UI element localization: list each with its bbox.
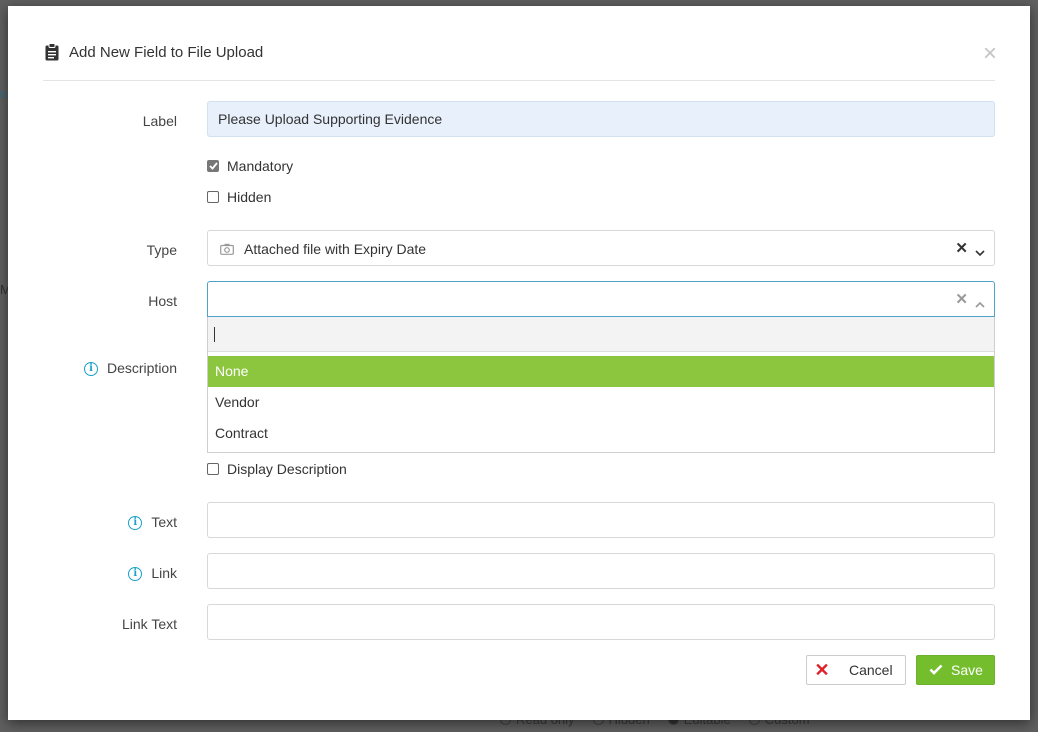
host-search-input[interactable] bbox=[208, 317, 994, 352]
description-label-text: Description bbox=[106, 360, 177, 376]
link-field-label: i Link bbox=[128, 565, 177, 582]
hidden-checkbox-row[interactable]: Hidden bbox=[207, 189, 271, 205]
host-select[interactable]: ✕ bbox=[207, 281, 995, 317]
info-icon[interactable]: i bbox=[128, 567, 143, 582]
cancel-label: Cancel bbox=[849, 662, 893, 678]
close-icon: ✕ bbox=[814, 659, 830, 680]
add-field-modal: Add New Field to File Upload × Label Ple… bbox=[8, 6, 1030, 720]
display-description-label: Display Description bbox=[227, 461, 347, 477]
save-button[interactable]: Save bbox=[916, 655, 995, 685]
host-clear-icon[interactable]: ✕ bbox=[955, 290, 968, 308]
host-option-none[interactable]: None bbox=[208, 356, 994, 387]
modal-title: Add New Field to File Upload bbox=[69, 44, 264, 61]
text-input[interactable] bbox=[207, 502, 995, 538]
mandatory-checkbox-row[interactable]: Mandatory bbox=[207, 158, 293, 174]
display-description-checkbox[interactable] bbox=[207, 463, 219, 475]
background-text-fragment: o bbox=[0, 86, 8, 101]
host-option-vendor[interactable]: Vendor bbox=[208, 387, 994, 418]
text-label-text: Text bbox=[151, 514, 177, 530]
display-description-checkbox-row[interactable]: Display Description bbox=[207, 461, 347, 477]
clipboard-icon bbox=[45, 43, 59, 64]
link-label-text: Link bbox=[151, 565, 177, 581]
info-icon[interactable]: i bbox=[128, 516, 143, 531]
link-text-field-label: Link Text bbox=[122, 616, 177, 632]
cancel-button[interactable]: ✕ Cancel bbox=[806, 655, 906, 685]
camera-icon bbox=[220, 242, 234, 258]
host-option-contract[interactable]: Contract bbox=[208, 418, 994, 449]
link-input[interactable] bbox=[207, 553, 995, 589]
modal-header: Add New Field to File Upload × bbox=[43, 6, 997, 81]
hidden-label: Hidden bbox=[227, 189, 272, 205]
description-field-label: i Description bbox=[83, 360, 177, 377]
host-field-label: Host bbox=[148, 293, 177, 309]
label-input[interactable]: Please Upload Supporting Evidence bbox=[207, 101, 995, 137]
type-select[interactable]: Attached file with Expiry Date ✕ bbox=[207, 230, 995, 266]
mandatory-checkbox[interactable] bbox=[207, 160, 219, 172]
host-options-list: None Vendor Contract bbox=[208, 352, 994, 449]
type-field-label: Type bbox=[146, 242, 177, 258]
save-label: Save bbox=[951, 662, 983, 678]
mandatory-label: Mandatory bbox=[227, 158, 294, 174]
label-field-label: Label bbox=[142, 113, 177, 129]
link-text-input[interactable] bbox=[207, 604, 995, 640]
host-dropdown: None Vendor Contract bbox=[207, 317, 995, 453]
chevron-up-icon[interactable] bbox=[975, 295, 985, 311]
info-icon[interactable]: i bbox=[83, 362, 98, 377]
hidden-checkbox[interactable] bbox=[207, 191, 219, 203]
text-caret bbox=[214, 327, 215, 342]
type-selected-value: Attached file with Expiry Date bbox=[244, 241, 427, 257]
close-icon[interactable]: × bbox=[983, 42, 997, 66]
type-clear-icon[interactable]: ✕ bbox=[955, 239, 968, 257]
text-field-label: i Text bbox=[128, 514, 177, 531]
check-icon bbox=[929, 662, 943, 678]
chevron-down-icon[interactable] bbox=[975, 244, 985, 260]
